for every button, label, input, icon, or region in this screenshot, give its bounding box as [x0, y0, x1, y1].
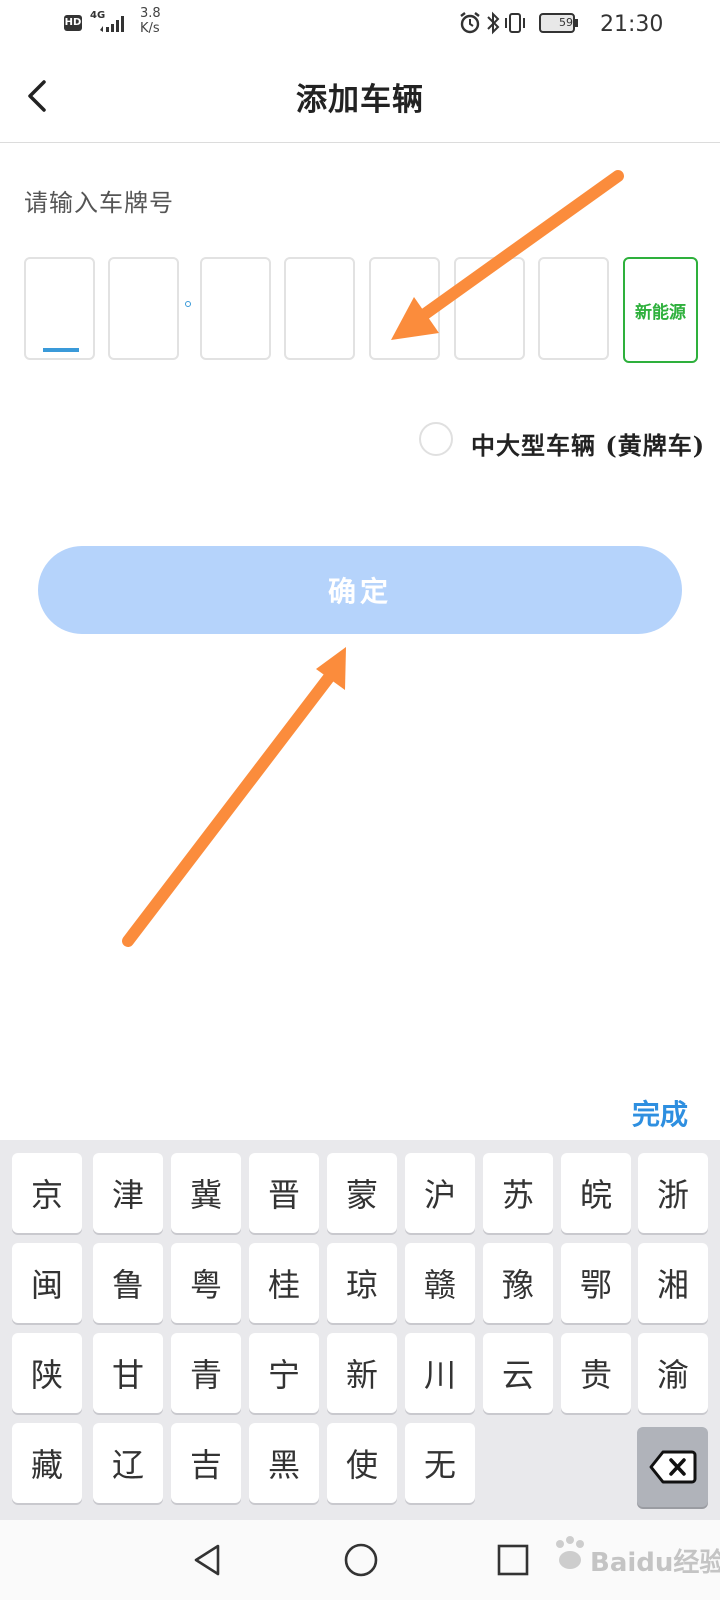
- clock: 21:30: [600, 12, 664, 37]
- plate-char-box-5[interactable]: [369, 257, 440, 360]
- province-key[interactable]: 藏: [12, 1423, 82, 1503]
- province-key[interactable]: 黑: [249, 1423, 319, 1503]
- baidu-watermark: Baidu经验: [552, 1534, 720, 1586]
- province-key[interactable]: 湘: [638, 1243, 708, 1323]
- province-key[interactable]: 桂: [249, 1243, 319, 1323]
- province-key[interactable]: 鲁: [93, 1243, 163, 1323]
- province-key[interactable]: 闽: [12, 1243, 82, 1323]
- header: 添加车辆: [0, 46, 720, 143]
- nav-home-icon[interactable]: [342, 1541, 380, 1579]
- province-key[interactable]: 琼: [327, 1243, 397, 1323]
- nav-back-icon[interactable]: [190, 1542, 226, 1578]
- input-cursor: [43, 348, 79, 352]
- province-key[interactable]: 无: [405, 1423, 475, 1503]
- page-title: 添加车辆: [296, 82, 424, 118]
- province-key[interactable]: 使: [327, 1423, 397, 1503]
- large-vehicle-radio[interactable]: [419, 422, 453, 456]
- province-key[interactable]: 鄂: [561, 1243, 631, 1323]
- province-key[interactable]: 甘: [93, 1333, 163, 1413]
- province-key[interactable]: 京: [12, 1153, 82, 1233]
- plate-char-box-4[interactable]: [284, 257, 355, 360]
- plate-char-box-1[interactable]: [24, 257, 95, 360]
- confirm-button[interactable]: 确定: [38, 546, 682, 634]
- network-speed: 3.8 K/s: [140, 6, 161, 36]
- province-key[interactable]: 赣: [405, 1243, 475, 1323]
- plate-char-box-2[interactable]: [108, 257, 179, 360]
- status-bar: HD 4G 3.8 K/s 59 21:30: [0, 0, 720, 46]
- province-key[interactable]: 青: [171, 1333, 241, 1413]
- province-key[interactable]: 辽: [93, 1423, 163, 1503]
- province-key[interactable]: 蒙: [327, 1153, 397, 1233]
- hd-icon: HD: [64, 15, 82, 31]
- province-key[interactable]: 川: [405, 1333, 475, 1413]
- province-key[interactable]: 津: [93, 1153, 163, 1233]
- province-key[interactable]: 冀: [171, 1153, 241, 1233]
- bluetooth-icon: [487, 11, 500, 35]
- plate-separator-dot: [185, 301, 191, 307]
- province-key[interactable]: 渝: [638, 1333, 708, 1413]
- province-key[interactable]: 宁: [249, 1333, 319, 1413]
- province-key[interactable]: 粤: [171, 1243, 241, 1323]
- province-key[interactable]: 皖: [561, 1153, 631, 1233]
- watermark-text: Baidu经验: [590, 1548, 720, 1578]
- arrow-to-confirm: [122, 647, 346, 947]
- province-key[interactable]: 豫: [483, 1243, 553, 1323]
- plate-prompt: 请输入车牌号: [24, 189, 174, 217]
- plate-char-box-3[interactable]: [200, 257, 271, 360]
- province-keyboard: 京津冀晋蒙沪苏皖浙闽鲁粤桂琼赣豫鄂湘陕甘青宁新川云贵渝藏辽吉黑使无: [0, 1140, 720, 1520]
- vibrate-icon: [505, 13, 525, 33]
- province-key[interactable]: 云: [483, 1333, 553, 1413]
- nav-recent-apps-icon[interactable]: [497, 1544, 529, 1576]
- backspace-key[interactable]: [637, 1427, 708, 1507]
- province-key[interactable]: 苏: [483, 1153, 553, 1233]
- plate-char-box-6[interactable]: [454, 257, 525, 360]
- province-key[interactable]: 贵: [561, 1333, 631, 1413]
- backspace-icon: [649, 1450, 696, 1484]
- system-nav-bar: Baidu经验: [0, 1520, 720, 1600]
- signal-icon: [100, 16, 124, 32]
- battery-level: 59: [559, 16, 573, 29]
- new-energy-box[interactable]: 新能源: [623, 257, 698, 363]
- large-vehicle-label[interactable]: 中大型车辆 (黄牌车): [471, 426, 705, 461]
- province-key[interactable]: 陕: [12, 1333, 82, 1413]
- province-key[interactable]: 晋: [249, 1153, 319, 1233]
- keyboard-done-button[interactable]: 完成: [632, 1093, 688, 1133]
- plate-char-box-7[interactable]: [538, 257, 609, 360]
- paw-logo-icon: [556, 1536, 584, 1569]
- province-key[interactable]: 吉: [171, 1423, 241, 1503]
- alarm-icon: [460, 12, 480, 34]
- province-key[interactable]: 新: [327, 1333, 397, 1413]
- province-key[interactable]: 沪: [405, 1153, 475, 1233]
- province-key[interactable]: 浙: [638, 1153, 708, 1233]
